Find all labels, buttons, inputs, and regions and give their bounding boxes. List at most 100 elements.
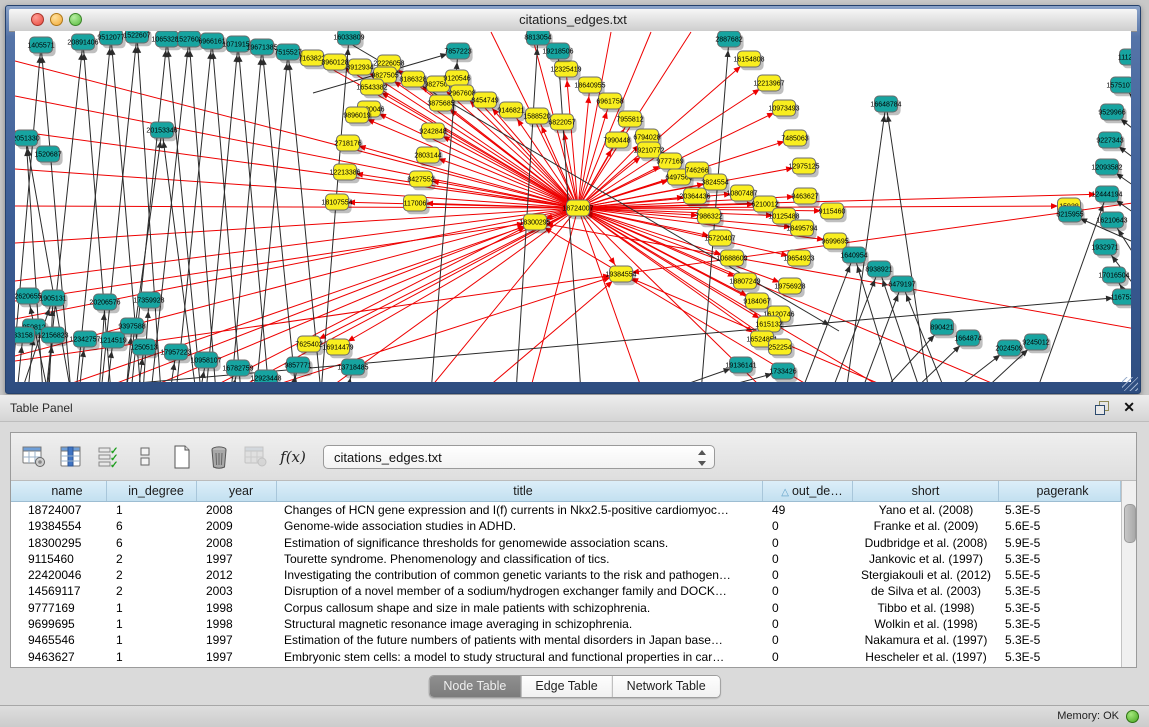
graph-node[interactable]: 7625402 bbox=[295, 336, 323, 355]
table-row[interactable]: 1938455462009Genome-wide association stu… bbox=[11, 518, 1121, 534]
window-resize-grip[interactable] bbox=[1122, 377, 1138, 391]
graph-node[interactable]: 7986322 bbox=[695, 208, 723, 227]
table-row[interactable]: 2242004622012Investigating the contribut… bbox=[11, 567, 1121, 583]
table-row[interactable]: 946554611997Estimation of the future num… bbox=[11, 632, 1121, 648]
graph-node[interactable]: 8215955 bbox=[1056, 206, 1084, 225]
graph-node[interactable]: 9529966 bbox=[1098, 104, 1126, 123]
function-builder-icon[interactable]: f(x) bbox=[280, 444, 306, 470]
row-height-icon[interactable] bbox=[132, 444, 158, 470]
graph-node[interactable]: 10973493 bbox=[768, 100, 799, 119]
column-header-title[interactable]: title bbox=[277, 481, 763, 501]
tab-node-table[interactable]: Node Table bbox=[429, 676, 521, 697]
table-settings-icon[interactable] bbox=[21, 444, 47, 470]
graph-node[interactable]: 12213386 bbox=[329, 164, 360, 183]
table-row[interactable]: 1872400712008Changes of HCN gene express… bbox=[11, 502, 1121, 518]
network-window[interactable]: citations_edges.txt 18724007183002951938… bbox=[5, 5, 1141, 394]
graph-node[interactable]: 19218506 bbox=[542, 43, 573, 62]
table-row[interactable]: 1456911722003Disruption of a novel membe… bbox=[11, 583, 1121, 599]
graph-node[interactable]: 13718485 bbox=[337, 359, 368, 378]
graph-node[interactable]: 33158 bbox=[15, 327, 38, 346]
graph-node[interactable]: 17957223 bbox=[160, 344, 191, 363]
graph-node[interactable]: 12923448 bbox=[250, 370, 281, 382]
delete-icon[interactable] bbox=[206, 444, 232, 470]
graph-node[interactable]: 19756928 bbox=[774, 278, 805, 297]
import-table-icon[interactable] bbox=[243, 444, 269, 470]
graph-node[interactable]: 7955812 bbox=[616, 111, 644, 130]
graph-node[interactable]: 19654923 bbox=[783, 250, 814, 269]
network-canvas[interactable]: 1872400718300295193845547163822896012889… bbox=[15, 31, 1131, 382]
graph-node[interactable]: 12444194 bbox=[1091, 186, 1122, 205]
new-file-icon[interactable] bbox=[169, 444, 195, 470]
graph-node[interactable]: 2887682 bbox=[715, 31, 743, 50]
select-column-icon[interactable] bbox=[58, 444, 84, 470]
graph-node[interactable]: 19671385 bbox=[246, 39, 277, 58]
graph-node[interactable]: 19136141 bbox=[725, 357, 756, 376]
graph-node[interactable]: 2718176 bbox=[334, 135, 362, 154]
graph-node[interactable]: 9227343 bbox=[1096, 132, 1124, 151]
graph-node[interactable]: 1905131 bbox=[39, 290, 67, 309]
graph-node[interactable]: 7990448 bbox=[603, 132, 631, 151]
graph-node[interactable]: 2024509 bbox=[995, 340, 1023, 359]
graph-node[interactable]: 17016504 bbox=[1098, 267, 1129, 286]
column-header-pagerank[interactable]: pagerank bbox=[999, 481, 1121, 501]
graph-node[interactable]: 1640954 bbox=[840, 247, 868, 266]
float-panel-icon[interactable] bbox=[1095, 401, 1109, 414]
graph-node[interactable]: 117006 bbox=[404, 195, 430, 214]
window-titlebar[interactable]: citations_edges.txt bbox=[9, 9, 1137, 32]
graph-node[interactable]: 252254 bbox=[768, 339, 794, 358]
tab-edge-table[interactable]: Edge Table bbox=[521, 676, 612, 697]
citation-network-graph[interactable]: 1872400718300295193845547163822896012889… bbox=[15, 31, 1131, 382]
column-header-indegree[interactable]: in_degree bbox=[107, 481, 197, 501]
graph-node[interactable]: 1405571 bbox=[27, 37, 55, 56]
graph-node[interactable]: 16914479 bbox=[322, 339, 353, 358]
graph-node[interactable]: 7515527 bbox=[274, 44, 302, 63]
graph-node[interactable]: 12342757 bbox=[69, 331, 100, 350]
graph-node[interactable]: 1588520 bbox=[523, 108, 551, 127]
graph-node[interactable]: 1522607 bbox=[123, 31, 151, 46]
graph-node[interactable]: 1112433 bbox=[1118, 49, 1131, 68]
graph-node[interactable]: 1520687 bbox=[34, 146, 62, 165]
graph-node[interactable]: 20364436 bbox=[679, 188, 710, 207]
graph-node[interactable]: 8912934 bbox=[346, 59, 374, 78]
table-row[interactable]: 1830029562008Estimation of significance … bbox=[11, 535, 1121, 551]
graph-node[interactable]: 12325419 bbox=[550, 61, 581, 80]
graph-node[interactable]: 8427552 bbox=[407, 171, 435, 190]
graph-node[interactable]: 6822057 bbox=[548, 114, 576, 133]
graph-node[interactable]: 6479197 bbox=[888, 276, 916, 295]
graph-node[interactable]: 20153346 bbox=[146, 122, 177, 141]
graph-node[interactable]: 15751074 bbox=[1106, 77, 1131, 96]
graph-node[interactable]: 8938921 bbox=[865, 261, 893, 280]
memory-status-indicator[interactable] bbox=[1126, 710, 1139, 723]
table-row[interactable]: 977716911998Corpus callosum shape and si… bbox=[11, 600, 1121, 616]
graph-node[interactable]: 17359928 bbox=[133, 292, 164, 311]
graph-node[interactable]: 9512077 bbox=[97, 31, 125, 48]
graph-node[interactable]: 18107554 bbox=[321, 194, 352, 213]
graph-node[interactable]: 1932971 bbox=[1091, 239, 1119, 258]
table-panel-titlebar[interactable]: Table Panel ✕ bbox=[0, 395, 1149, 422]
graph-node[interactable]: 9146821 bbox=[497, 102, 525, 121]
graph-node[interactable]: 9463627 bbox=[791, 188, 819, 207]
graph-node[interactable]: 7857223 bbox=[444, 43, 472, 62]
graph-node[interactable]: 12156823 bbox=[37, 327, 68, 346]
scrollbar-thumb[interactable] bbox=[1124, 504, 1136, 543]
graph-node[interactable]: 12093582 bbox=[1091, 159, 1122, 178]
graph-node[interactable]: 890421 bbox=[930, 319, 956, 338]
graph-node[interactable]: 16033809 bbox=[333, 31, 364, 48]
graph-node[interactable]: 9242848 bbox=[419, 123, 447, 142]
column-header-outde[interactable]: △out_de… bbox=[763, 481, 853, 501]
graph-node[interactable]: 8454749 bbox=[471, 92, 499, 111]
graph-node[interactable]: 6961758 bbox=[596, 93, 624, 112]
graph-node[interactable]: 15720407 bbox=[704, 230, 735, 249]
table-row[interactable]: 911546021997Tourette syndrome. Phenomeno… bbox=[11, 551, 1121, 567]
graph-node[interactable]: 1167533 bbox=[1111, 289, 1131, 308]
graph-node[interactable]: 9896019 bbox=[343, 107, 371, 126]
graph-node[interactable]: 20891406 bbox=[67, 34, 98, 53]
graph-node[interactable]: 3875685 bbox=[427, 95, 455, 114]
graph-node[interactable]: 16648784 bbox=[870, 96, 901, 115]
table-row[interactable]: 969969511998Structural magnetic resonanc… bbox=[11, 616, 1121, 632]
tab-network-table[interactable]: Network Table bbox=[613, 676, 720, 697]
graph-node[interactable]: 16543382 bbox=[356, 79, 387, 98]
vertical-scrollbar[interactable] bbox=[1121, 481, 1136, 667]
graph-node[interactable]: 2051330 bbox=[15, 130, 41, 149]
close-panel-icon[interactable]: ✕ bbox=[1123, 399, 1135, 415]
